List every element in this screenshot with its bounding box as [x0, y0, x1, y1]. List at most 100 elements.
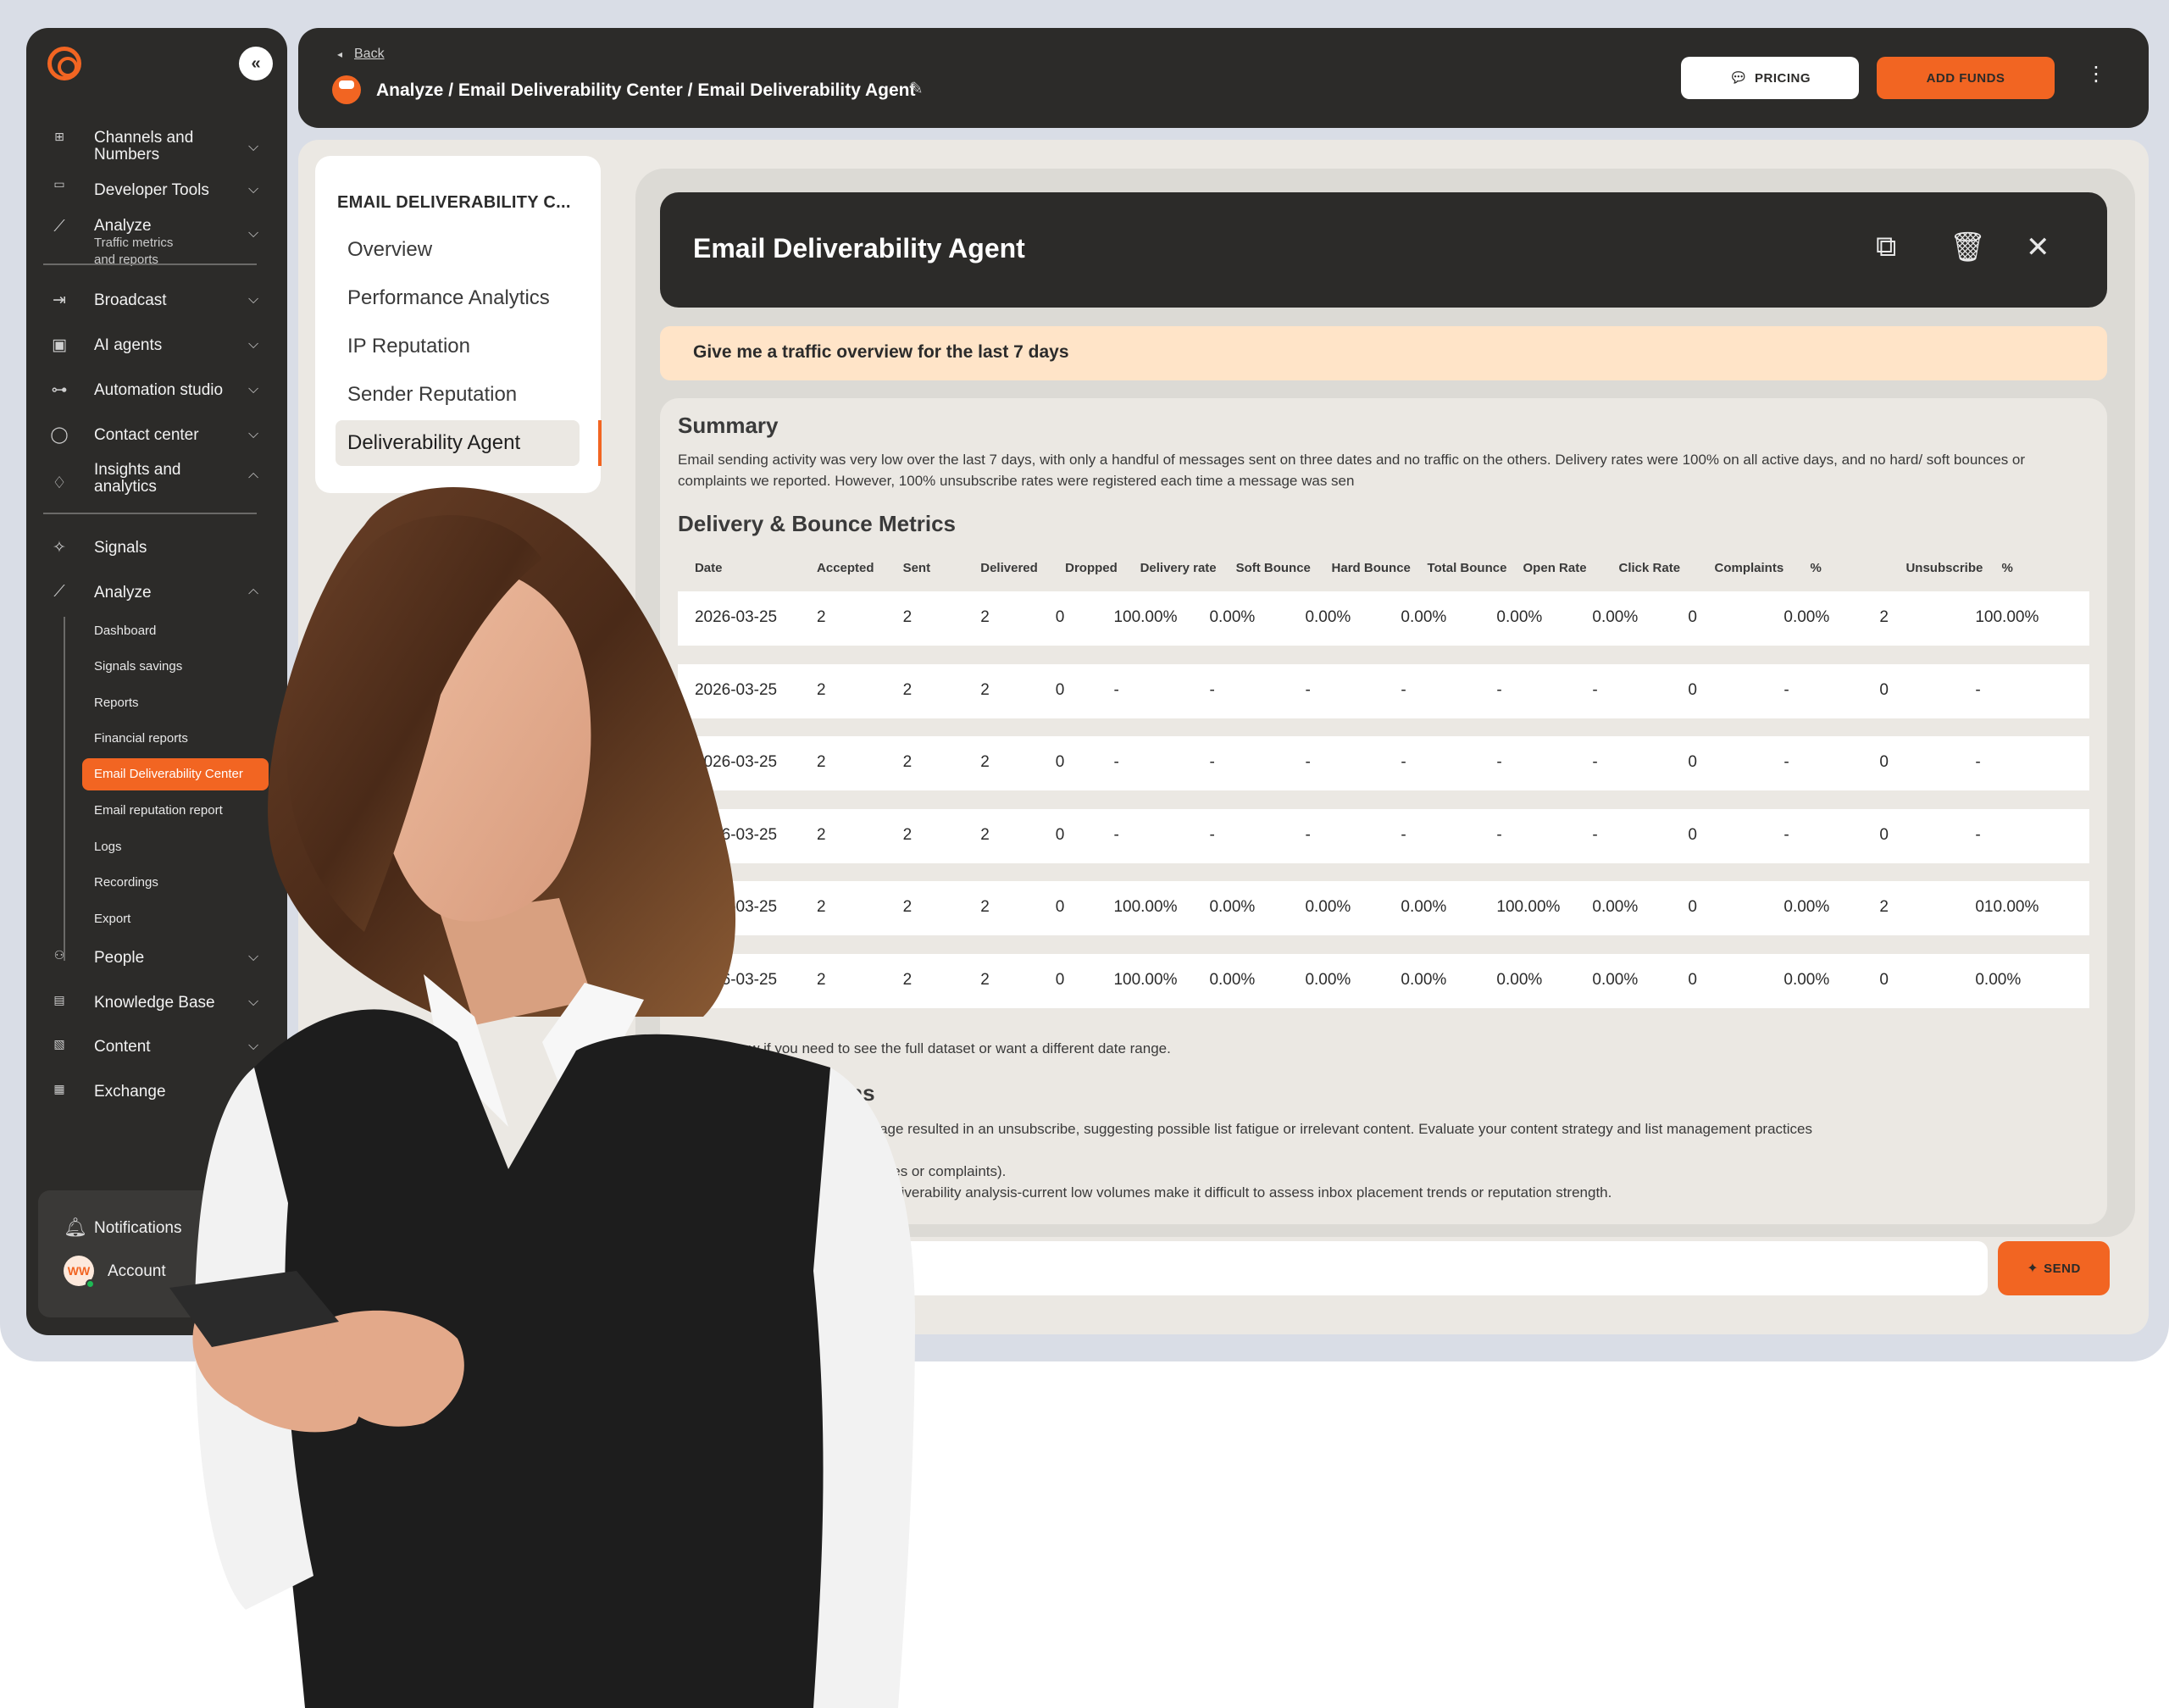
- chevron-down-icon: ⌵: [248, 292, 259, 307]
- subnav-item-performance-analytics[interactable]: Performance Analytics: [347, 286, 550, 310]
- table-header-cell: Complaints: [1714, 561, 1784, 575]
- send-button[interactable]: ✦ SEND: [1998, 1241, 2110, 1295]
- sidebar-subitem-export[interactable]: Export: [94, 912, 130, 926]
- agent-page-icon: [332, 75, 361, 104]
- chat-bubbles-icon: 💬︎: [1728, 69, 1749, 86]
- table-cell: 0.00%: [1209, 608, 1256, 626]
- back-link[interactable]: Back: [354, 47, 385, 62]
- table-cell: -: [1401, 680, 1406, 699]
- table-cell: 0: [1688, 825, 1697, 844]
- sidebar-item-label: Analyze: [94, 217, 152, 235]
- table-cell: 0.00%: [1592, 970, 1639, 989]
- sidebar-item-label: Signals: [94, 539, 147, 557]
- sidebar-item-label: Content: [94, 1038, 151, 1056]
- copy-icon[interactable]: ⧉: [1876, 230, 1896, 263]
- table-cell: 0: [1879, 753, 1889, 771]
- sidebar-subitem-financial-reports[interactable]: Financial reports: [94, 731, 188, 746]
- table-header-cell: Soft Bounce: [1235, 561, 1311, 575]
- sparkle-icon: ✦: [2027, 1262, 2039, 1276]
- table-cell: 0: [1879, 680, 1889, 699]
- table-cell: 2: [980, 825, 990, 844]
- broadcast-icon: ⇥: [53, 291, 66, 309]
- table-header-cell: Dropped: [1065, 561, 1118, 575]
- notifications-link[interactable]: Notifications: [94, 1219, 182, 1238]
- agent-response: Summary Email sending activity was very …: [660, 398, 2107, 1224]
- table-cell: 2: [817, 970, 826, 989]
- table-cell: 2: [902, 825, 913, 844]
- table-cell: 0: [1055, 753, 1065, 771]
- sidebar-item-label: AI agents: [94, 336, 163, 354]
- content-icon: ▧: [53, 1037, 65, 1051]
- agent-title: Email Deliverability Agent: [693, 233, 1025, 263]
- sidebar-subitem-dashboard[interactable]: Dashboard: [94, 624, 156, 638]
- sidebar-footer: [38, 1190, 275, 1317]
- table-row: 2026-03-25 2 2 2 0 - - - - - - 0 - 0 -: [678, 663, 2089, 718]
- sidebar-item-label: Contact center: [94, 426, 199, 444]
- subnav-item-ip-reputation[interactable]: IP Reputation: [347, 335, 470, 358]
- double-chevron-left-icon: «: [251, 53, 261, 73]
- recommendation-line: Increase volume prior to further deliver…: [678, 1184, 1612, 1201]
- collapse-sidebar-button[interactable]: «: [239, 47, 273, 80]
- sidebar-item-label: Channels and: [94, 129, 194, 147]
- close-icon[interactable]: ✕: [2026, 230, 2050, 264]
- sidebar-item-label: People: [94, 949, 145, 967]
- table-cell: 010.00%: [1975, 898, 2039, 916]
- subnav-active-indicator: [598, 420, 602, 466]
- table-cell: 0: [1055, 898, 1065, 916]
- account-link[interactable]: Account: [108, 1262, 166, 1281]
- pricing-button-label: PRICING: [1755, 70, 1811, 86]
- table-row: 2026-03-25 2 2 2 0 100.00% 0.00% 0.00% 0.00% 0.00…: [678, 591, 2089, 646]
- table-cell: -: [1783, 753, 1789, 771]
- sidebar-item-label: Exchange: [94, 1083, 166, 1101]
- chat-input[interactable]: [660, 1241, 1988, 1295]
- flow-icon: ⊶: [51, 381, 68, 399]
- toolbox-icon: ▭: [53, 177, 65, 191]
- sidebar: « ⊞ Channels and Numbers ⌵ ▭ Developer To…: [26, 28, 287, 1335]
- table-cell: 0: [1879, 825, 1889, 844]
- sidebar-subitem-signals-savings[interactable]: Signals savings: [94, 659, 182, 674]
- more-vertical-icon[interactable]: ⋮: [2086, 62, 2106, 86]
- sidebar-subitem-reports[interactable]: Reports: [94, 696, 139, 710]
- table-header-cell: Hard Bounce: [1331, 561, 1411, 575]
- recommendation-line: Unsubscribes: Every sent message resulte…: [678, 1121, 1812, 1137]
- pencil-icon[interactable]: ✎: [909, 78, 924, 99]
- table-cell: -: [1975, 753, 1981, 771]
- table-cell: -: [1209, 825, 1215, 844]
- table-cell: 2: [980, 680, 990, 699]
- online-status-dot: [86, 1279, 95, 1289]
- logo[interactable]: [47, 47, 81, 80]
- table-cell: 100.00%: [1113, 898, 1178, 916]
- chevron-down-icon: ⌵: [248, 182, 259, 197]
- agent-header: Email Deliverability Agent ⧉ 🗑︎ ✕: [660, 192, 2107, 308]
- add-funds-button[interactable]: ADD FUNDS: [1877, 57, 2055, 99]
- table-cell: -: [1592, 680, 1598, 699]
- sidebar-subitem-recordings[interactable]: Recordings: [94, 875, 158, 890]
- subnav-item-sender-reputation[interactable]: Sender Reputation: [347, 383, 517, 407]
- table-cell: 100.00%: [1113, 970, 1178, 989]
- grid-icon: ⊞: [54, 130, 64, 143]
- trash-icon[interactable]: 🗑︎: [1950, 230, 1986, 264]
- table-header-cell: Delivery rate: [1140, 561, 1217, 575]
- table-header-cell: Total Bounce: [1427, 561, 1507, 575]
- table-cell: 2: [902, 608, 913, 626]
- sidebar-subitem-email-deliverability-center[interactable]: Email Deliverability Center: [82, 758, 269, 790]
- summary-title: Summary: [678, 413, 779, 438]
- subnav-item-overview[interactable]: Overview: [347, 238, 432, 262]
- sidebar-subitem-email-reputation-report[interactable]: Email reputation report: [94, 803, 223, 818]
- subnav-item-deliverability-agent[interactable]: Deliverability Agent: [347, 431, 520, 455]
- pricing-button[interactable]: 💬︎ PRICING: [1681, 57, 1859, 99]
- table-cell: 0: [1688, 898, 1697, 916]
- sidebar-subitem-logs[interactable]: Logs: [94, 840, 122, 854]
- more-vertical-icon[interactable]: ⋮: [241, 1258, 258, 1279]
- table-cell: 0.00%: [1209, 970, 1256, 989]
- table-cell: 0.00%: [1592, 898, 1639, 916]
- table-cell: -: [1592, 753, 1598, 771]
- table-cell: 100.00%: [1496, 898, 1561, 916]
- table-header-cell: Accepted: [817, 561, 874, 575]
- sidebar-item-label: Broadcast: [94, 291, 167, 309]
- chevron-down-icon: ⌵: [248, 950, 259, 964]
- caret-left-icon: ◂: [337, 48, 343, 60]
- table-cell: 0: [1688, 753, 1697, 771]
- table-cell: 2: [902, 970, 913, 989]
- sidebar-item-label: Insights and: [94, 461, 181, 479]
